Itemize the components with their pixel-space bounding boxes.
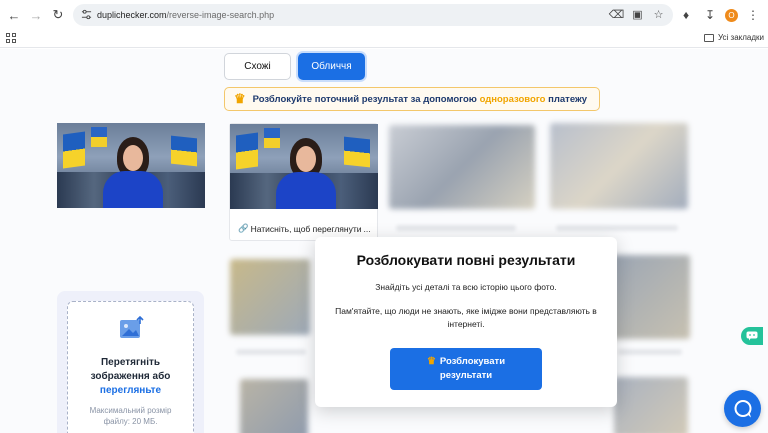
blurred-result: [550, 123, 688, 209]
banner-suffix: платежу: [548, 93, 587, 105]
translate-icon[interactable]: ⌫: [609, 8, 625, 21]
bookmark-star-icon[interactable]: ☆: [652, 8, 665, 21]
result-link[interactable]: 🔗 Натисніть, щоб переглянути... ↗: [238, 223, 374, 234]
url-path: /reverse-image-search.php: [166, 10, 275, 20]
blurred-result: [230, 259, 310, 335]
blurred-result: [612, 255, 690, 339]
unlock-results-button[interactable]: ♛ Розблокувати результати: [390, 348, 542, 390]
upload-hint-line1: Максимальний розмір: [89, 406, 172, 415]
chat-bubble-icon: [746, 331, 758, 341]
blurred-caption: [236, 349, 306, 355]
all-bookmarks-label: Усі закладки: [717, 33, 764, 42]
url-text: duplichecker.com/reverse-image-search.ph…: [97, 10, 274, 20]
unlock-button-label: Розблокувати результати: [440, 355, 505, 383]
upload-title-line2: зображення або: [90, 371, 171, 382]
browser-toolbar: ← → ↻ duplichecker.com/reverse-image-sea…: [0, 0, 768, 30]
crown-icon: ♛: [234, 91, 246, 106]
upload-dropzone[interactable]: Перетягніть зображення або перегляньте М…: [67, 301, 194, 433]
image-upload-icon: [120, 316, 144, 338]
modal-text-1: Знайдіть усі деталі та всю історію цього…: [375, 282, 557, 292]
upload-panel: Перетягніть зображення або перегляньте М…: [57, 291, 204, 433]
search-mode-tabs: Схожі Обличчя: [224, 53, 365, 80]
chat-button[interactable]: [724, 390, 761, 427]
unlock-banner[interactable]: ♛ Розблокуйте поточний результат за допо…: [224, 87, 600, 111]
chat-icon: [734, 399, 751, 417]
result-image[interactable]: [230, 124, 378, 209]
blurred-result: [240, 379, 308, 433]
page-content: Схожі Обличчя ♛ Розблокуйте поточний рез…: [0, 49, 768, 433]
unlock-modal: Розблокувати повні результати Знайдіть у…: [315, 237, 617, 407]
blurred-result: [614, 377, 688, 433]
upload-title-line1: Перетягніть: [100, 357, 161, 368]
all-bookmarks-button[interactable]: Усі закладки: [703, 33, 764, 42]
forward-icon[interactable]: →: [25, 4, 47, 26]
folder-icon: [703, 33, 714, 42]
tab-similar[interactable]: Схожі: [224, 53, 291, 80]
banner-highlight: одноразового: [479, 93, 546, 105]
side-chat-tab[interactable]: [741, 327, 763, 345]
blurred-caption: [396, 225, 516, 231]
extensions-icon[interactable]: ♦: [677, 4, 695, 26]
site-settings-icon[interactable]: [81, 9, 92, 20]
upload-size-hint: Максимальний розмір файлу: 20 МБ.: [68, 405, 193, 427]
result-card[interactable]: 🔗 Натисніть, щоб переглянути... ↗: [229, 123, 378, 241]
browse-link[interactable]: перегляньте: [68, 384, 193, 398]
unlock-button-line1: Розблокувати: [439, 356, 506, 367]
blurred-caption: [556, 225, 678, 231]
query-image: [57, 123, 205, 208]
banner-prefix: Розблокуйте поточний результат за допомо…: [252, 93, 477, 105]
menu-icon[interactable]: ⋮: [744, 4, 762, 26]
back-icon[interactable]: ←: [3, 4, 25, 26]
reload-icon[interactable]: ↻: [47, 4, 69, 26]
modal-title: Розблокувати повні результати: [356, 252, 576, 268]
apps-icon[interactable]: [6, 33, 16, 43]
blurred-result: [389, 125, 535, 209]
url-host: duplichecker.com: [97, 10, 167, 20]
modal-text-2: Пам'ятайте, що люди не знають, яке імідж…: [335, 306, 597, 329]
download-icon[interactable]: ↧: [701, 4, 719, 26]
unlock-button-line2: результати: [439, 370, 493, 381]
profile-avatar[interactable]: O: [725, 8, 738, 22]
banner-text: Розблокуйте поточний результат за допомо…: [253, 94, 587, 105]
upload-hint-line2: файлу: 20 МБ.: [103, 417, 158, 426]
bookmarks-bar: Усі закладки: [0, 30, 768, 48]
upload-instructions: Перетягніть зображення або перегляньте: [68, 356, 193, 398]
address-bar[interactable]: duplichecker.com/reverse-image-search.ph…: [73, 4, 673, 26]
tab-faces[interactable]: Обличчя: [298, 53, 365, 80]
crown-icon: ♛: [426, 356, 436, 367]
blurred-caption: [618, 349, 682, 355]
cast-icon[interactable]: ▣: [631, 8, 644, 21]
link-icon: 🔗: [238, 223, 249, 233]
result-link-text: Натисніть, щоб переглянути: [250, 223, 362, 234]
